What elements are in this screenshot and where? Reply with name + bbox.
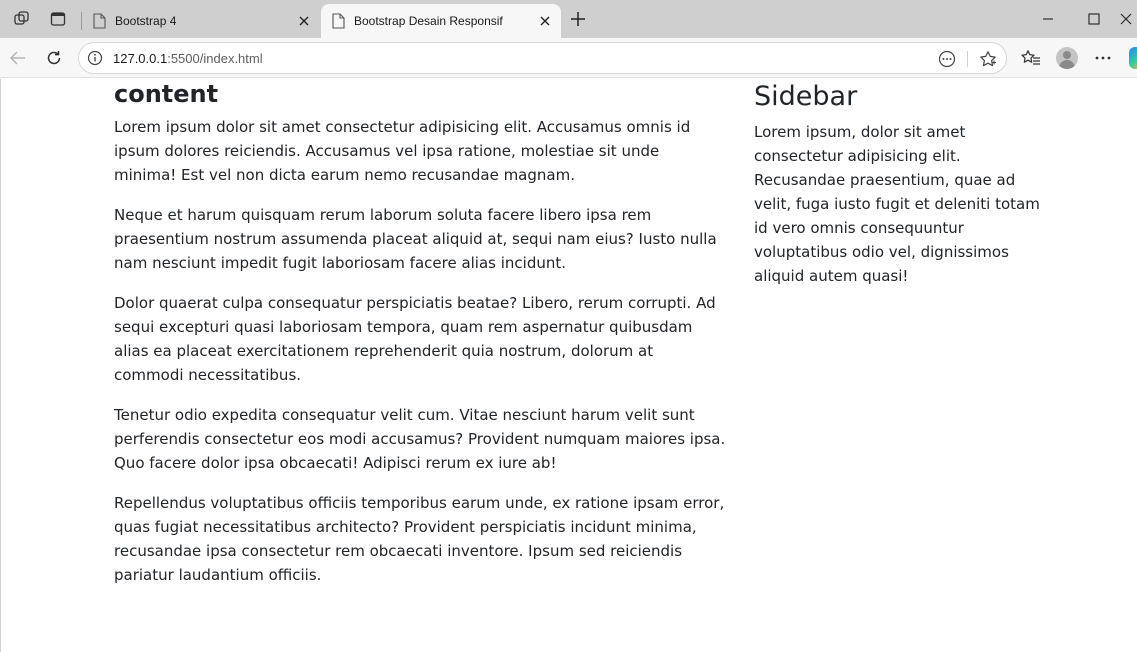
close-icon[interactable] [537, 13, 553, 29]
avatar[interactable] [1056, 47, 1078, 69]
more-horizontal-icon[interactable] [1092, 47, 1114, 69]
browser-toolbar: 127.0.0.1:5500/index.html [0, 38, 1137, 78]
copilot-icon[interactable] [1129, 47, 1137, 69]
address-bar[interactable]: 127.0.0.1:5500/index.html [78, 42, 1007, 74]
close-icon[interactable] [296, 13, 312, 29]
tab-bootstrap-4[interactable]: Bootstrap 4 [82, 4, 320, 38]
url-host: 127.0.0.1 [113, 51, 168, 66]
url-text[interactable]: 127.0.0.1:5500/index.html [113, 51, 263, 66]
content-paragraph: Tenetur odio expedita consequatur velit … [114, 406, 726, 472]
sidebar-heading: Sidebar [754, 81, 858, 112]
sidebar-column: Sidebar Lorem ipsum, dolor sit amet cons… [754, 79, 1054, 304]
maximize-icon[interactable] [1082, 8, 1106, 30]
page-icon [331, 13, 345, 32]
tab-bootstrap-desain-responsif[interactable]: Bootstrap Desain Responsif [321, 4, 561, 38]
content-paragraph: Repellendus voluptatibus officiis tempor… [114, 494, 725, 584]
content-paragraph: Dolor quaerat culpa consequatur perspici… [114, 294, 716, 384]
info-icon[interactable] [87, 50, 103, 66]
favorites-icon[interactable] [1020, 47, 1042, 69]
plus-icon[interactable] [568, 9, 588, 29]
workspaces-icon[interactable] [12, 9, 32, 29]
page-icon [92, 13, 106, 32]
content-paragraph: Lorem ipsum dolor sit amet consectetur a… [114, 118, 691, 184]
sidebar-paragraph: Lorem ipsum, dolor sit amet consectetur … [754, 123, 1040, 285]
minimize-icon[interactable] [1036, 8, 1060, 30]
refresh-icon[interactable] [43, 47, 65, 69]
content-paragraph: Neque et harum quisquam rerum laborum so… [114, 206, 717, 272]
star-icon[interactable] [977, 48, 999, 70]
tab-label: Bootstrap Desain Responsif [354, 14, 503, 28]
tab-label: Bootstrap 4 [115, 14, 177, 28]
page-viewport: content Lorem ipsum dolor sit amet conse… [0, 79, 1137, 652]
content-heading: content [114, 80, 219, 108]
more-circle-icon[interactable] [936, 48, 958, 70]
url-path: :5500/index.html [167, 51, 263, 66]
content-column: content Lorem ipsum dolor sit amet conse… [114, 79, 726, 603]
back-arrow-icon[interactable] [7, 47, 29, 69]
tab-actions-icon[interactable] [48, 9, 68, 29]
address-divider [967, 51, 968, 67]
title-bar: Bootstrap 4 Bootstrap Desain Responsif [0, 0, 1137, 38]
window-close-icon[interactable] [1114, 8, 1137, 30]
